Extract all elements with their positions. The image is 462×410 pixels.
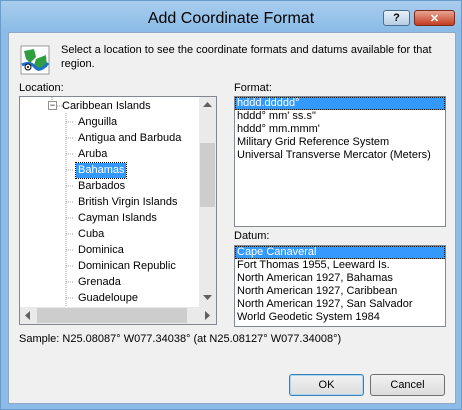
dialog-window: Add Coordinate Format ? ✕ Select a locat… xyxy=(0,0,462,410)
globe-map-icon xyxy=(20,45,50,75)
help-button[interactable]: ? xyxy=(383,10,410,26)
close-icon: ✕ xyxy=(429,12,440,25)
close-button[interactable]: ✕ xyxy=(414,10,455,26)
location-tree[interactable]: − Caribbean Islands Anguilla Antigua and… xyxy=(19,96,217,325)
scroll-down-arrow-icon[interactable] xyxy=(203,295,212,301)
tree-item[interactable]: Cayman Islands xyxy=(78,211,157,226)
datum-item[interactable]: Fort Thomas 1955, Leeward Is. xyxy=(235,259,445,272)
tree-item-caribbean-islands[interactable]: Caribbean Islands xyxy=(62,99,151,114)
format-item[interactable]: Universal Transverse Mercator (Meters) xyxy=(235,149,445,162)
dialog-client-area: Select a location to see the coordinate … xyxy=(8,32,456,404)
title-bar[interactable]: Add Coordinate Format ? ✕ xyxy=(1,1,461,35)
datum-item-selected[interactable]: Cape Canaveral xyxy=(235,246,445,259)
scroll-left-arrow-icon[interactable] xyxy=(25,311,31,320)
datum-item[interactable]: North American 1927, San Salvador xyxy=(235,298,445,311)
datum-listbox[interactable]: Cape Canaveral Fort Thomas 1955, Leeward… xyxy=(234,245,446,327)
tree-item[interactable]: Dominica xyxy=(78,243,124,258)
tree-item-selected[interactable]: Bahamas xyxy=(74,162,128,179)
format-listbox[interactable]: hddd.ddddd° hddd° mm' ss.s" hddd° mm.mmm… xyxy=(234,96,446,227)
intro-text: Select a location to see the coordinate … xyxy=(61,44,432,70)
tree-horizontal-scroll-thumb[interactable] xyxy=(37,308,187,323)
tree-item[interactable]: Cuba xyxy=(78,227,104,242)
tree-item[interactable]: Grenada xyxy=(78,275,121,290)
tree-item[interactable]: Aruba xyxy=(78,147,107,162)
tree-vertical-scroll-thumb[interactable] xyxy=(200,143,215,207)
scroll-up-arrow-icon[interactable] xyxy=(203,102,212,108)
cancel-button[interactable]: Cancel xyxy=(370,374,445,396)
tree-item[interactable]: Anguilla xyxy=(78,115,117,130)
sample-text: Sample: N25.08087° W077.34038° (at N25.0… xyxy=(19,333,342,345)
collapse-icon[interactable]: − xyxy=(48,101,57,110)
format-item[interactable]: Military Grid Reference System xyxy=(235,136,445,149)
format-item[interactable]: hddd° mm' ss.s" xyxy=(235,110,445,123)
format-item[interactable]: hddd° mm.mmm' xyxy=(235,123,445,136)
datum-item[interactable]: North American 1927, Caribbean xyxy=(235,285,445,298)
tree-vertical-scrollbar[interactable] xyxy=(199,97,216,307)
tree-item[interactable]: Guadeloupe xyxy=(78,291,138,306)
tree-item[interactable]: Dominican Republic xyxy=(78,259,176,274)
tree-item[interactable]: British Virgin Islands xyxy=(78,195,177,210)
format-label: Format: xyxy=(234,82,272,94)
scroll-right-arrow-icon[interactable] xyxy=(205,311,211,320)
datum-item[interactable]: North American 1927, Bahamas xyxy=(235,272,445,285)
tree-item[interactable]: Antigua and Barbuda xyxy=(78,131,181,146)
tree-horizontal-scrollbar[interactable] xyxy=(20,307,216,324)
datum-item[interactable]: World Geodetic System 1984 xyxy=(235,311,445,324)
datum-label: Datum: xyxy=(234,230,270,242)
tree-item[interactable]: Barbados xyxy=(78,179,125,194)
location-label: Location: xyxy=(19,82,64,94)
format-item-selected[interactable]: hddd.ddddd° xyxy=(235,97,445,110)
ok-button[interactable]: OK xyxy=(289,374,364,396)
